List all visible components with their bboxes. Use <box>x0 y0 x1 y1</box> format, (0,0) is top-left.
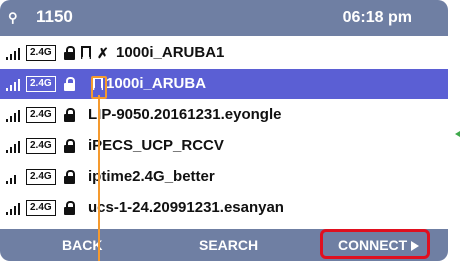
connect-callout-box <box>320 229 430 259</box>
side-pointer-icon <box>455 131 460 137</box>
ssid-label: iPECS_UCP_RCCV <box>88 137 224 154</box>
band-badge: 2.4G <box>26 45 56 61</box>
phone-screen: ⚲ 1150 06:18 pm 2.4G ✗ 1000i_ARUBA1 2.4G… <box>0 0 448 261</box>
band-badge: 2.4G <box>26 169 56 185</box>
ssid-label: LIP-9050.20161231.eyongle <box>88 106 282 123</box>
lock-icon <box>64 139 75 153</box>
signal-strength-icon <box>6 110 22 122</box>
phone-ext-icon: ⚲ <box>8 10 18 25</box>
clock: 06:18 pm <box>342 9 412 26</box>
extension-number: 1150 <box>36 7 73 26</box>
signal-strength-icon <box>6 203 22 215</box>
lock-icon <box>64 77 75 91</box>
search-softkey[interactable]: SEARCH <box>199 237 258 253</box>
lock-icon <box>64 201 75 215</box>
back-softkey[interactable]: BACK <box>62 237 102 253</box>
signal-strength-icon <box>6 48 22 60</box>
wifi-item[interactable]: 2.4G ucs-1-24.20991231.esanyan <box>0 193 448 223</box>
saved-icon-callout-line <box>98 95 100 261</box>
band-badge: 2.4G <box>26 200 56 216</box>
settings-tool-icon: ✗ <box>97 45 109 61</box>
wifi-item-selected[interactable]: 2.4G 1000i_ARUBA <box>0 69 448 99</box>
wifi-item[interactable]: 2.4G ✗ 1000i_ARUBA1 <box>0 38 448 68</box>
ssid-label: 1000i_ARUBA <box>106 75 207 92</box>
band-badge: 2.4G <box>26 76 56 92</box>
bookmark-icon <box>81 46 91 63</box>
wifi-item[interactable]: 2.4G LIP-9050.20161231.eyongle <box>0 100 448 130</box>
ssid-label: iptime2.4G_better <box>88 168 215 185</box>
wifi-network-list: 2.4G ✗ 1000i_ARUBA1 2.4G 1000i_ARUBA 2.4… <box>0 38 448 224</box>
signal-strength-icon <box>6 79 22 91</box>
wifi-item[interactable]: 2.4G iPECS_UCP_RCCV <box>0 131 448 161</box>
signal-strength-icon <box>6 172 22 184</box>
signal-strength-icon <box>6 141 22 153</box>
status-bar: ⚲ 1150 06:18 pm <box>0 0 448 36</box>
ssid-label: ucs-1-24.20991231.esanyan <box>88 199 284 216</box>
band-badge: 2.4G <box>26 107 56 123</box>
ssid-label: 1000i_ARUBA1 <box>116 44 225 61</box>
lock-icon <box>64 108 75 122</box>
wifi-item[interactable]: 2.4G iptime2.4G_better <box>0 162 448 192</box>
band-badge: 2.4G <box>26 138 56 154</box>
lock-icon <box>64 170 75 184</box>
lock-icon <box>64 46 75 60</box>
